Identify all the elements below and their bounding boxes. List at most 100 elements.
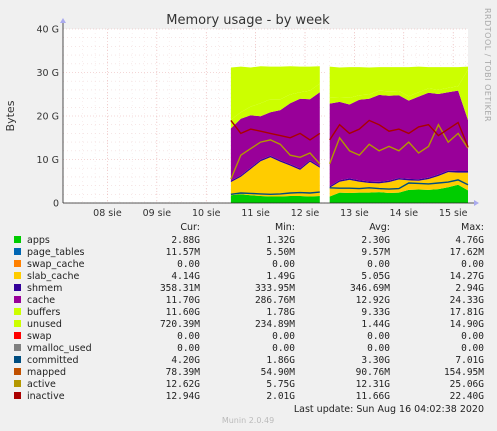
legend-value-min: 5.50M xyxy=(266,247,295,258)
legend-value-cur: 11.60G xyxy=(166,307,201,318)
legend-value-min: 333.95M xyxy=(255,283,295,294)
header-avg: Avg: xyxy=(369,222,390,233)
legend-name: shmem xyxy=(27,283,62,294)
legend-value-cur: 4.14G xyxy=(171,271,200,282)
y-axis-arrow xyxy=(60,18,66,23)
data-gap xyxy=(325,37,329,203)
legend-value-min: 0.00 xyxy=(272,259,295,270)
y-tick-label: 10 G xyxy=(37,155,59,166)
legend-swatch xyxy=(14,236,21,243)
x-tick-labels: 08 sie 09 sie 10 sie 11 sie 12 sie 13 sie 14 s… xyxy=(93,208,467,219)
legend-value-avg: 12.31G xyxy=(356,379,391,390)
legend-name: vmalloc_used xyxy=(27,343,92,354)
legend-value-cur: 11.70G xyxy=(166,295,201,306)
legend-value-cur: 0.00 xyxy=(177,259,200,270)
legend-value-min: 1.32G xyxy=(266,235,295,246)
legend-name: inactive xyxy=(27,391,65,402)
legend-swatch xyxy=(14,260,21,267)
legend-name: swap xyxy=(27,331,52,342)
legend-value-min: 0.00 xyxy=(272,343,295,354)
legend-swatch xyxy=(14,356,21,363)
legend-value-max: 17.62M xyxy=(450,247,485,258)
y-tick-label: 30 G xyxy=(37,68,59,79)
legend-row: mapped 78.39M 54.90M 90.76M 154.95M xyxy=(14,367,484,378)
legend-value-cur: 11.57M xyxy=(166,247,201,258)
legend-value-avg: 0.00 xyxy=(367,259,390,270)
legend-swatch xyxy=(14,296,21,303)
chart-title: Memory usage - by week xyxy=(166,13,330,28)
legend-value-avg: 2.30G xyxy=(361,235,390,246)
legend-value-max: 22.40G xyxy=(450,391,485,402)
legend-value-max: 0.00 xyxy=(461,259,484,270)
legend-swatch xyxy=(14,392,21,399)
x-tick-label: 14 sie xyxy=(390,208,419,219)
legend-name: buffers xyxy=(27,307,60,318)
legend-value-min: 54.90M xyxy=(261,367,296,378)
legend-value-cur: 0.00 xyxy=(177,343,200,354)
x-tick-label: 08 sie xyxy=(93,208,122,219)
legend-value-min: 2.01G xyxy=(266,391,295,402)
x-tick-label: 12 sie xyxy=(291,208,320,219)
legend-swatch xyxy=(14,308,21,315)
legend-value-min: 1.86G xyxy=(266,355,295,366)
x-tick-label: 10 sie xyxy=(192,208,221,219)
legend-value-avg: 11.66G xyxy=(356,391,391,402)
legend-table: apps 2.88G 1.32G 2.30G 4.76G page_tables 11.57… xyxy=(14,235,484,402)
legend-value-max: 7.01G xyxy=(455,355,484,366)
header-max: Max: xyxy=(461,222,484,233)
legend-value-avg: 1.44G xyxy=(361,319,390,330)
legend-value-cur: 12.94G xyxy=(166,391,201,402)
legend-header: Cur: Min: Avg: Max: xyxy=(180,222,484,233)
legend-value-min: 234.89M xyxy=(255,319,295,330)
legend-value-max: 4.76G xyxy=(455,235,484,246)
legend-value-max: 2.94G xyxy=(455,283,484,294)
legend-value-max: 24.33G xyxy=(450,295,485,306)
y-tick-label: 20 G xyxy=(37,112,59,123)
header-cur: Cur: xyxy=(180,222,200,233)
legend-value-cur: 358.31M xyxy=(160,283,200,294)
legend-value-avg: 90.76M xyxy=(356,367,391,378)
legend-row: apps 2.88G 1.32G 2.30G 4.76G xyxy=(14,235,484,246)
legend-row: vmalloc_used 0.00 0.00 0.00 0.00 xyxy=(14,343,484,354)
legend-swatch xyxy=(14,248,21,255)
legend-value-min: 5.75G xyxy=(266,379,295,390)
legend-value-max: 17.81G xyxy=(450,307,485,318)
legend-value-max: 14.90G xyxy=(450,319,485,330)
legend-value-max: 14.27G xyxy=(450,271,485,282)
legend-row: unused 720.39M 234.89M 1.44G 14.90G xyxy=(14,319,484,330)
legend-name: unused xyxy=(27,319,62,330)
legend-swatch xyxy=(14,332,21,339)
x-tick-label: 13 sie xyxy=(340,208,369,219)
legend-value-max: 154.95M xyxy=(444,367,484,378)
legend-row: shmem 358.31M 333.95M 346.69M 2.94G xyxy=(14,283,484,294)
legend-value-avg: 346.69M xyxy=(350,283,390,294)
legend-value-cur: 78.39M xyxy=(166,367,201,378)
legend-value-cur: 12.62G xyxy=(166,379,201,390)
legend-swatch xyxy=(14,344,21,351)
legend-value-min: 286.76M xyxy=(255,295,295,306)
memory-usage-chart: Memory usage - by week Bytes RRDTOOL / T… xyxy=(4,8,492,425)
legend-value-avg: 12.92G xyxy=(356,295,391,306)
legend-value-avg: 0.00 xyxy=(367,343,390,354)
legend-name: slab_cache xyxy=(27,271,79,282)
legend-value-max: 0.00 xyxy=(461,331,484,342)
legend-row: slab_cache 4.14G 1.49G 5.05G 14.27G xyxy=(14,271,484,282)
legend-swatch xyxy=(14,272,21,279)
x-axis-arrow xyxy=(474,200,479,206)
legend-value-avg: 0.00 xyxy=(367,331,390,342)
munin-version: Munin 2.0.49 xyxy=(222,416,274,425)
plot-area: 0 10 G 20 G 30 G 40 G 08 sie 09 sie 10 sie 11 s… xyxy=(37,18,479,219)
legend-row: cache 11.70G 286.76M 12.92G 24.33G xyxy=(14,295,484,306)
legend-row: page_tables 11.57M 5.50M 9.57M 17.62M xyxy=(14,247,484,258)
legend-row: swap 0.00 0.00 0.00 0.00 xyxy=(14,331,484,342)
legend-value-cur: 4.20G xyxy=(171,355,200,366)
legend-value-max: 25.06G xyxy=(450,379,485,390)
last-update: Last update: Sun Aug 16 04:02:38 2020 xyxy=(294,404,484,415)
legend-row: committed 4.20G 1.86G 3.30G 7.01G xyxy=(14,355,484,366)
legend-value-min: 0.00 xyxy=(272,331,295,342)
rrdtool-credit: RRDTOOL / TOBI OETIKER xyxy=(483,8,492,122)
legend-name: mapped xyxy=(27,367,66,378)
legend-name: cache xyxy=(27,295,55,306)
legend-value-cur: 720.39M xyxy=(160,319,200,330)
legend-value-max: 0.00 xyxy=(461,343,484,354)
